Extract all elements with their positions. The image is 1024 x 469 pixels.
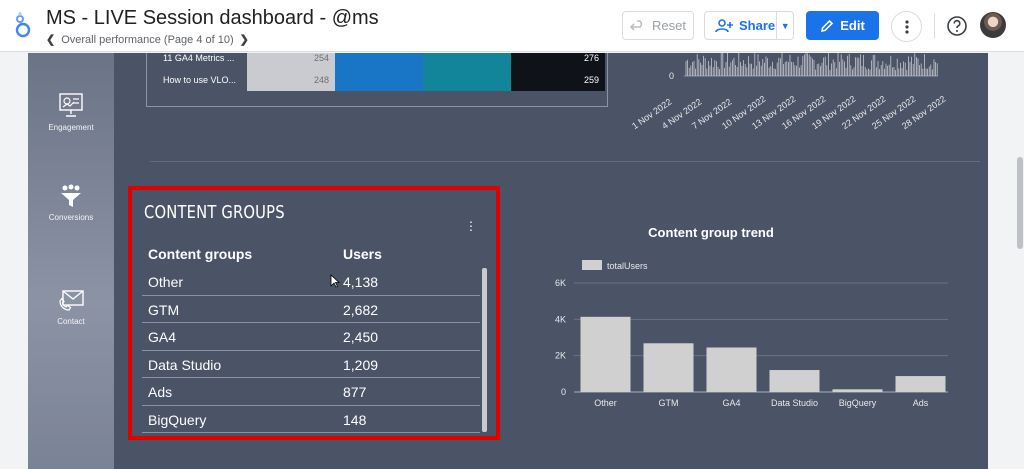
top-pages-table: 11 GA4 Metrics ... 254 276 How to use VL… [146,53,608,107]
nav-label-contact: Contact [57,317,85,326]
share-label: Share [739,18,776,33]
content-group-users: 148 [343,411,367,428]
mouse-cursor-icon [330,274,340,288]
x-tick-label: Other [594,398,617,408]
x-tick-label: GA4 [722,398,740,408]
report-page: Engagement Conversions Contact 11 GA4 Me… [28,53,988,469]
daily-trend-zero-label: 0 [669,71,674,81]
table-row[interactable]: GA4 2,450 [142,323,480,351]
contact-icon [59,290,84,311]
column-header-content-groups[interactable]: Content groups [148,246,252,262]
more-options-button[interactable] [891,11,922,42]
table-body: Other 4,138 GTM 2,682 GA4 2,450 Data Studio 1,2… [142,268,480,433]
bar-ads[interactable] [895,376,946,392]
app-header: MS - LIVE Session dashboard - @ms ❮ Over… [0,0,1024,52]
bar-bigquery[interactable] [832,389,883,392]
kebab-menu-icon [904,19,909,34]
content-group-name: GTM [148,301,180,318]
content-group-users: 2,682 [343,301,379,318]
add-person-icon [715,18,733,32]
next-page-icon[interactable]: ❯ [240,33,249,46]
daily-trend-date-labels: 1 Nov 2022 4 Nov 2022 7 Nov 2022 10 Nov 202… [624,83,964,143]
looker-studio-logo-icon[interactable] [14,12,32,38]
previous-page-icon[interactable]: ❮ [46,33,55,46]
content-group-name: BigQuery [148,411,207,428]
table-row[interactable]: 11 GA4 Metrics ... 254 276 [155,53,605,69]
y-tick-label: 2K [555,351,566,361]
content-group-users: 2,450 [343,329,379,345]
table-row[interactable]: Ads 877 [142,378,480,406]
section-divider [150,161,980,162]
nav-label-conversions: Conversions [48,213,94,222]
conversions-icon [61,184,81,207]
x-tick-label: Data Studio [771,398,818,408]
content-group-trend-chart: Content group trend totalUsers 0 2K 4K 6K Othe… [555,225,948,408]
report-title[interactable]: MS - LIVE Session dashboard - @ms [46,7,379,30]
header-divider [934,14,935,38]
content-group-users: 1,209 [343,356,379,373]
table-row[interactable]: BigQuery 148 [142,406,480,433]
user-avatar[interactable] [980,12,1006,38]
chart-title: Content group trend [648,225,774,240]
bar-data-studio[interactable] [769,370,820,392]
page-breadcrumb[interactable]: Overall performance (Page 4 of 10) [61,34,233,46]
engagement-icon [59,93,83,117]
table-options-icon[interactable]: ⋮ [465,220,477,232]
table-row[interactable]: Other 4,138 [142,268,480,296]
nav-item-contact[interactable]: Contact [28,287,114,326]
page-scrollbar[interactable] [1016,53,1024,469]
content-group-name: Other [148,274,184,290]
help-icon[interactable] [946,15,968,37]
reset-label: Reset [652,18,686,33]
undo-icon [630,19,643,31]
content-groups-table[interactable]: CONTENT GROUPS ⋮ Content groups Users Ot… [128,186,500,440]
table-row[interactable]: Data Studio 1,209 [142,351,480,378]
page-scrollbar-thumb[interactable] [1017,157,1023,249]
y-tick-label: 6K [555,278,566,288]
nav-item-engagement[interactable]: Engagement [28,91,114,132]
content-group-name: Ads [148,384,173,400]
column-header-users[interactable]: Users [343,246,382,262]
bar-other[interactable] [580,316,631,392]
x-tick-label: Ads [913,398,929,408]
edit-button[interactable]: Edit [806,11,879,40]
nav-item-conversions[interactable]: Conversions [28,183,114,222]
legend-swatch [582,260,602,270]
content-group-name: Data Studio [148,356,222,373]
content-groups-title: CONTENT GROUPS [144,202,285,223]
table-row[interactable]: How to use VLO... 248 259 [155,69,605,91]
bar-gtm[interactable] [643,343,694,392]
pencil-icon [821,19,834,32]
share-button[interactable]: Share ▼ [704,11,794,40]
x-tick-label: GTM [659,398,679,408]
report-side-nav: Engagement Conversions Contact [28,53,114,469]
table-scrollbar[interactable] [482,268,487,432]
content-group-users: 4,138 [343,274,379,290]
nav-label-engagement: Engagement [48,123,94,132]
table-row[interactable]: GTM 2,682 [142,296,480,323]
x-tick-label: BigQuery [839,398,877,408]
reset-button[interactable]: Reset [622,11,694,40]
page-navigator: ❮ Overall performance (Page 4 of 10) ❯ [46,33,249,47]
bar-ga4[interactable] [706,347,757,392]
share-dropdown-icon[interactable]: ▼ [777,21,793,31]
y-tick-label: 0 [561,387,566,397]
report-canvas: Engagement Conversions Contact 11 GA4 Me… [0,53,1016,469]
legend-label: totalUsers [607,261,648,271]
y-tick-label: 4K [555,314,566,324]
content-group-users: 877 [343,384,367,400]
edit-label: Edit [840,18,865,33]
content-group-name: GA4 [148,329,177,345]
